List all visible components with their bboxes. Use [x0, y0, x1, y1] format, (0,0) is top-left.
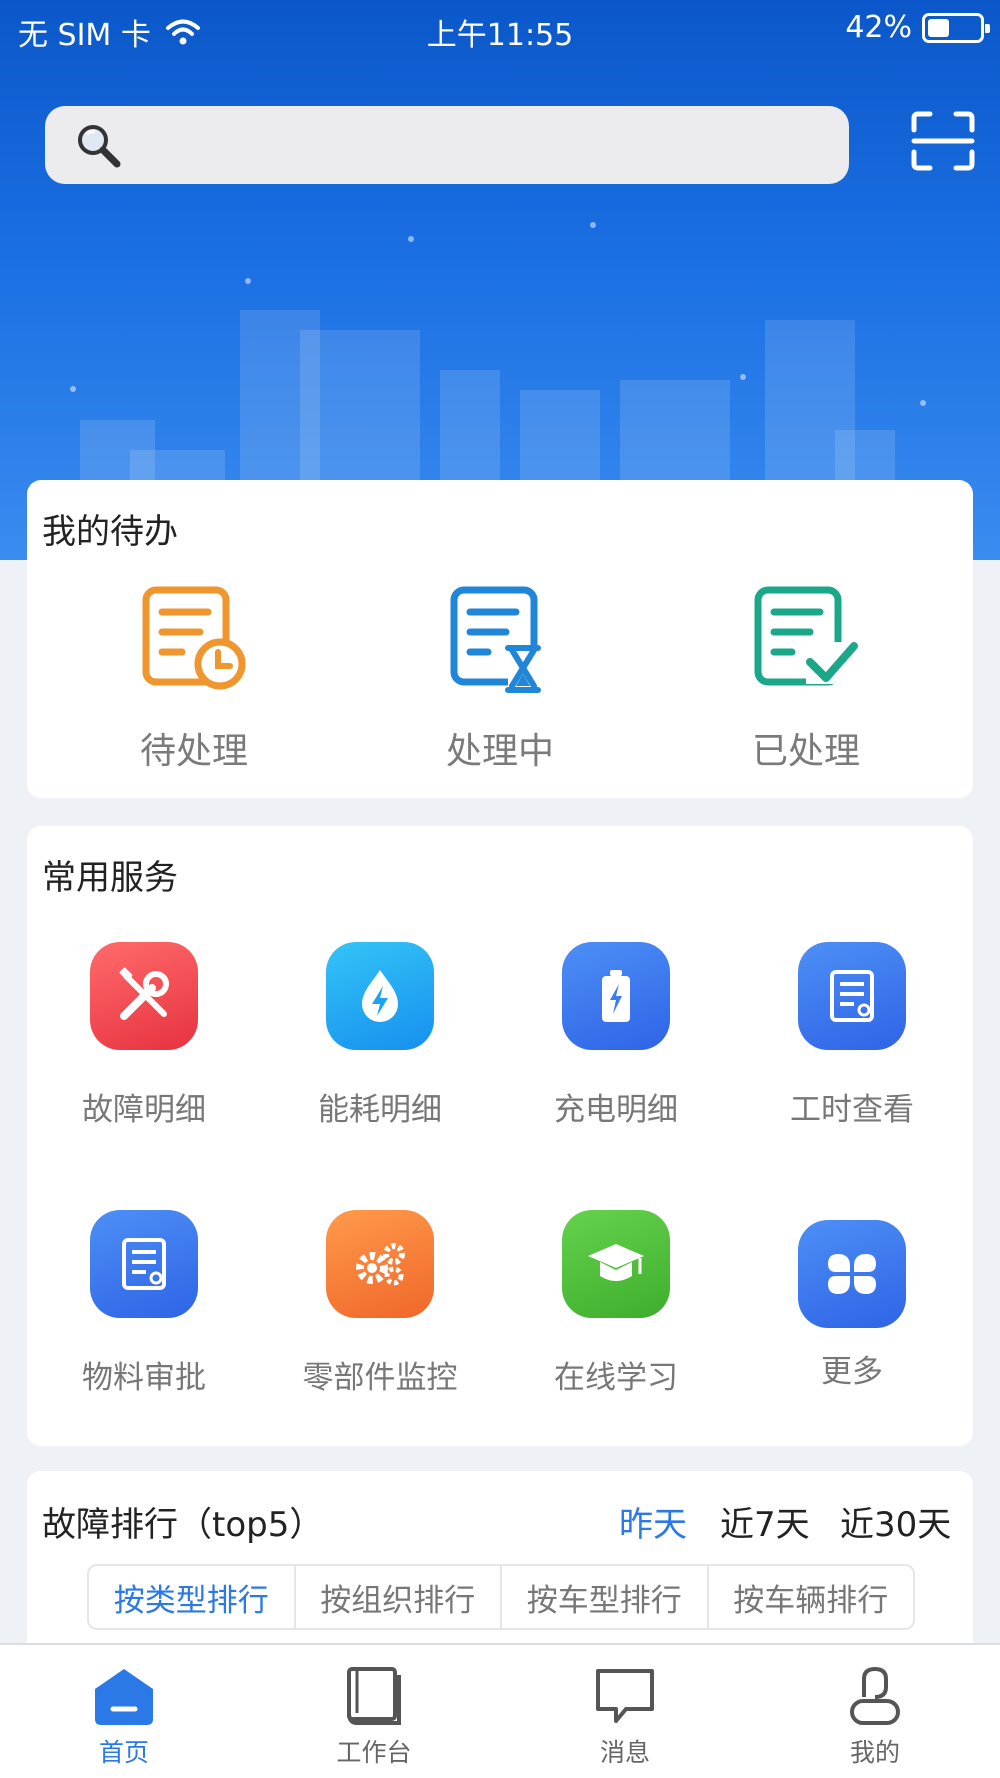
todo-title: 我的待办 [42, 512, 178, 552]
tab-mine[interactable]: 我的 [795, 1663, 955, 1769]
service-label: 故障明细 [82, 1092, 206, 1128]
battery-charge-icon [602, 970, 630, 1022]
tab-label: 我的 [849, 1738, 900, 1767]
status-bar: 无 SIM 卡 上午11:55 42% [0, 0, 1000, 56]
search-bar[interactable] [45, 106, 849, 184]
battery-percent: 42% [845, 10, 912, 45]
bottom-tab-bar: 首页 工作台 消息 我的 [0, 1643, 1000, 1778]
scan-icon[interactable] [910, 110, 976, 172]
service-more[interactable]: 更多 [742, 1220, 962, 1391]
energy-drop-icon [362, 970, 398, 1022]
service-online-learning[interactable]: 在线学习 [506, 1210, 726, 1397]
ranking-tabs: 按类型排行 按组织排行 按车型排行 按车辆排行 [87, 1564, 915, 1630]
pending-doc-clock-icon [142, 586, 246, 690]
doc-search-icon [122, 1238, 166, 1290]
tab-by-vehicle[interactable]: 按车辆排行 [709, 1566, 914, 1628]
services-title: 常用服务 [42, 858, 178, 898]
todo-label: 已处理 [751, 731, 860, 772]
book-icon [347, 1667, 401, 1725]
service-label: 更多 [821, 1354, 883, 1390]
service-label: 零部件监控 [302, 1360, 458, 1396]
todo-pending[interactable]: 待处理 [84, 580, 304, 774]
tab-label: 消息 [599, 1738, 650, 1767]
todo-label: 待处理 [139, 731, 248, 772]
tab-label: 首页 [98, 1738, 149, 1767]
doc-search-icon [830, 970, 874, 1022]
service-parts-monitor[interactable]: 零部件监控 [270, 1210, 490, 1397]
done-doc-check-icon [754, 586, 858, 686]
search-icon [78, 125, 121, 168]
header-banner [0, 0, 1000, 560]
wrench-screwdriver-icon [119, 967, 169, 1020]
service-label: 能耗明细 [318, 1092, 442, 1128]
tab-by-vehicle-model[interactable]: 按车型排行 [502, 1566, 709, 1628]
todo-label: 处理中 [445, 731, 554, 772]
service-label: 充电明细 [554, 1092, 678, 1128]
home-icon [95, 1669, 153, 1725]
service-fault-detail[interactable]: 故障明细 [34, 942, 254, 1129]
battery-icon [922, 12, 990, 43]
message-icon [596, 1669, 654, 1723]
service-label: 在线学习 [554, 1360, 678, 1396]
range-30-days[interactable]: 近30天 [840, 1497, 951, 1546]
tab-messages[interactable]: 消息 [545, 1663, 705, 1769]
service-charge-detail[interactable]: 充电明细 [506, 942, 726, 1129]
service-worktime[interactable]: 工时查看 [742, 942, 962, 1129]
range-yesterday[interactable]: 昨天 [619, 1497, 687, 1546]
graduation-cap-icon [588, 1244, 644, 1281]
todo-card: 我的待办 待处理 处理中 已处理 [27, 480, 973, 798]
todo-processing[interactable]: 处理中 [390, 580, 610, 774]
processing-doc-hourglass-icon [450, 586, 541, 693]
tab-by-type[interactable]: 按类型排行 [89, 1566, 296, 1628]
tab-home[interactable]: 首页 [44, 1663, 204, 1769]
service-label: 物料审批 [82, 1360, 206, 1396]
gears-icon [356, 1243, 405, 1286]
todo-done[interactable]: 已处理 [696, 580, 916, 774]
ranking-title: 故障排行（top5） [42, 1505, 324, 1545]
tab-label: 工作台 [336, 1738, 412, 1767]
tab-by-organization[interactable]: 按组织排行 [296, 1566, 502, 1628]
service-material-approval[interactable]: 物料审批 [34, 1210, 254, 1397]
more-grid-icon [828, 1254, 876, 1294]
services-card: 常用服务 故障明细 能耗明细 充电明细 工时查看 物料审批 零部件监控 在线学习… [27, 826, 973, 1446]
range-7-days[interactable]: 近7天 [720, 1497, 810, 1546]
tab-workbench[interactable]: 工作台 [294, 1663, 454, 1769]
service-energy-detail[interactable]: 能耗明细 [270, 942, 490, 1129]
user-icon [850, 1666, 900, 1725]
search-input[interactable] [139, 115, 849, 175]
service-label: 工时查看 [790, 1092, 914, 1128]
